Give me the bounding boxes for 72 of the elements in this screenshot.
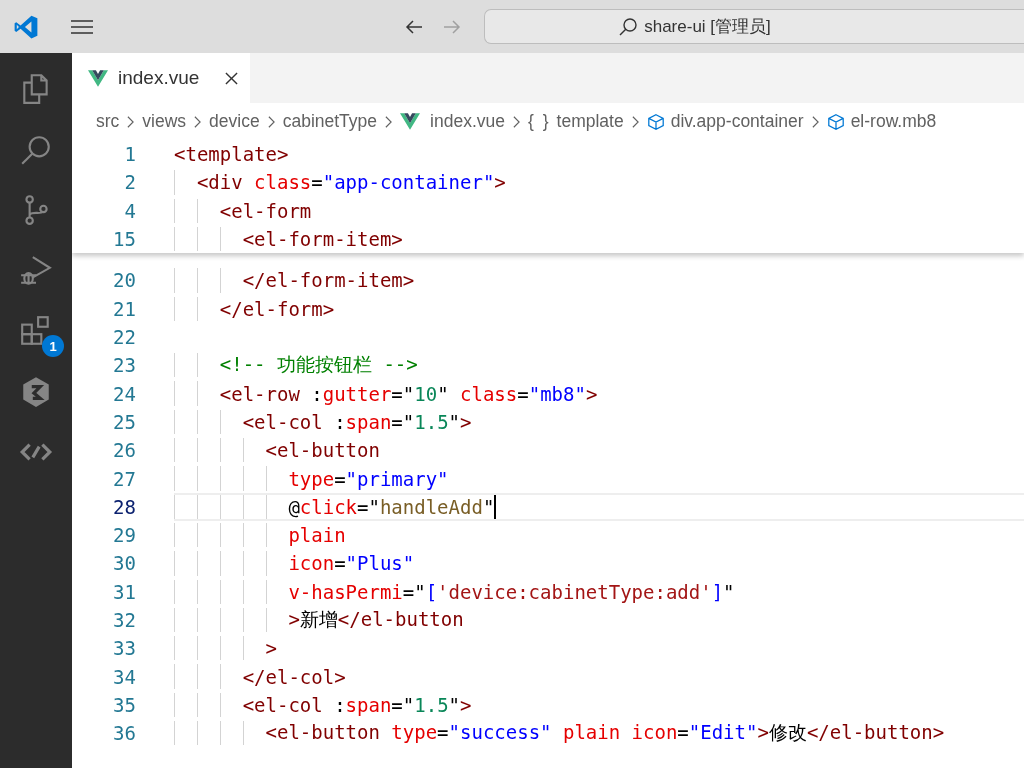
run-debug-icon[interactable]	[19, 253, 53, 288]
command-center[interactable]: share-ui [管理员]	[484, 9, 1024, 44]
chevron-icon	[512, 114, 521, 129]
command-center-text: share-ui [管理员]	[644, 16, 771, 38]
line-number: 1	[123, 143, 136, 166]
code-line: </el-col>	[242, 665, 346, 688]
line-number: 36	[112, 722, 136, 745]
line-number: 26	[112, 439, 136, 462]
cube-icon	[826, 112, 845, 131]
chevron-icon	[810, 114, 820, 129]
code-line: <el-col :span="1.5">	[242, 410, 472, 433]
breadcrumb-item[interactable]: el-row.mb8	[850, 111, 937, 132]
code-line: icon="Plus"	[288, 552, 415, 575]
vue-file-icon	[88, 69, 108, 87]
code-line: <el-form	[219, 199, 312, 222]
line-number: 4	[123, 199, 136, 222]
code-line: <el-col :span="1.5">	[242, 693, 472, 716]
line-number: 20	[112, 269, 136, 292]
chevron-icon	[193, 114, 203, 129]
line-number: 15	[112, 228, 136, 251]
code-line: type="primary"	[288, 467, 449, 490]
line-number: 25	[112, 410, 136, 433]
code-line: v-hasPermi="['device:cabinetType:add']"	[288, 580, 735, 603]
code-line: </el-form-item>	[242, 269, 415, 292]
symbol-label: { }	[528, 111, 551, 132]
code-line: <el-button	[265, 439, 380, 462]
breadcrumb-item[interactable]: cabinetType	[282, 111, 378, 132]
editor-tab[interactable]: index.vue	[72, 53, 250, 103]
line-number: 24	[112, 382, 136, 405]
breadcrumb-item[interactable]: views	[142, 111, 187, 132]
line-number: 27	[112, 467, 136, 490]
line-number: 2	[123, 171, 136, 194]
app-logo-icon	[13, 13, 39, 40]
line-number: 33	[112, 637, 136, 660]
tab-label: index.vue	[118, 67, 200, 89]
line-number: 35	[112, 693, 136, 716]
close-icon[interactable]	[225, 71, 238, 85]
breadcrumb-item[interactable]: div.app-container	[670, 111, 804, 132]
code-line: <el-row :gutter="10" class="mb8">	[219, 382, 598, 405]
line-number: 22	[112, 326, 136, 349]
text-cursor	[494, 494, 497, 519]
code-line: </el-form>	[219, 297, 335, 320]
notification-badge: 1	[42, 335, 64, 357]
line-number: 29	[112, 524, 136, 547]
code-line: >	[265, 637, 277, 660]
chevron-icon	[630, 114, 640, 129]
line-number: 23	[112, 354, 136, 377]
chevron-icon	[126, 114, 136, 129]
vue-file-icon	[400, 113, 421, 130]
code-line: plain	[288, 524, 346, 547]
line-number: 32	[112, 609, 136, 631]
code-line: <el-form-item>	[242, 228, 403, 251]
breadcrumb-item[interactable]: device	[209, 111, 260, 132]
line-number: 31	[112, 580, 136, 603]
line-number: 34	[112, 665, 136, 688]
line-number: 21	[112, 297, 136, 320]
code-line: <!-- 功能按钮栏 -->	[219, 352, 418, 378]
breadcrumb-item[interactable]: template	[556, 111, 624, 132]
code-line: <div class="app-container">	[196, 171, 506, 194]
line-number: 30	[112, 552, 136, 575]
code-line: <el-button type="success" plain icon="Edit">修改</el-button>	[265, 720, 945, 746]
code-line: <template>	[174, 143, 289, 166]
menu-icon[interactable]	[70, 18, 94, 35]
line-number: 28	[112, 495, 136, 518]
code-line: >新增</el-button	[288, 607, 464, 632]
cube-icon	[646, 112, 665, 131]
chevron-icon	[266, 114, 276, 129]
search-icon	[618, 16, 639, 37]
breadcrumb-item[interactable]: index.vue	[430, 111, 505, 132]
chevron-icon	[384, 114, 394, 129]
breadcrumb-item[interactable]: src	[96, 111, 120, 132]
code-line: @click="handleAdd"	[288, 495, 495, 518]
